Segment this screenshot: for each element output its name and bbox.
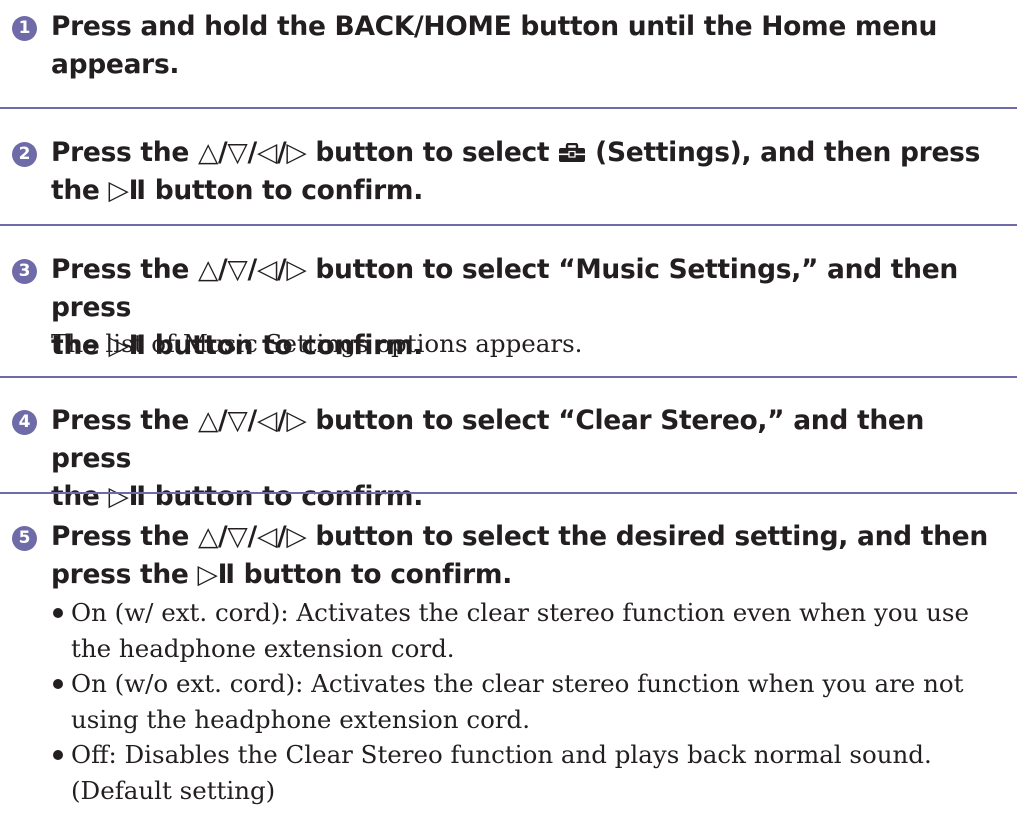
step-number-badge: 1 (12, 16, 37, 41)
step-number-badge: 3 (12, 259, 37, 284)
option-item: On (w/ ext. cord): Activates the clear s… (51, 595, 1005, 666)
option-text: the headphone extension cord. (71, 633, 455, 663)
step-number-badge: 2 (12, 142, 37, 167)
divider (0, 492, 1017, 494)
option-text: On (w/ ext. cord): Activates the clear s… (71, 598, 969, 627)
instruction-line: Press and hold the BACK/HOME button unti… (51, 11, 938, 42)
bullet-icon (53, 679, 63, 689)
divider (0, 224, 1017, 226)
instruction-line: Press the △/▽/◁/▷ button to select “Clea… (51, 405, 925, 474)
option-text: using the headphone extension cord. (71, 704, 531, 734)
option-text: (Default setting) (71, 775, 276, 805)
option-item: Off: Disables the Clear Stereo function … (51, 737, 1005, 808)
instruction-line: press the ▷Ⅱ button to confirm. (51, 559, 512, 590)
bullet-icon (53, 750, 63, 760)
bullet-icon (53, 608, 63, 618)
manual-page: 1 Press and hold the BACK/HOME button un… (0, 0, 1023, 818)
instruction-line: the ▷Ⅱ button to confirm. (51, 481, 424, 512)
option-text: Off: Disables the Clear Stereo function … (71, 740, 932, 769)
divider (0, 376, 1017, 378)
instruction-line-end: (Settings), and then press (595, 137, 981, 168)
instruction-line: Press the △/▽/◁/▷ button to select the d… (51, 521, 988, 552)
step-number-badge: 4 (12, 410, 37, 435)
instruction-line: appears. (51, 49, 180, 80)
step-instruction: Press the △/▽/◁/▷ button to select (Sett… (51, 134, 999, 210)
step-instruction: Press the △/▽/◁/▷ button to select “Clea… (51, 402, 999, 516)
instruction-line: the ▷Ⅱ button to confirm. (51, 175, 424, 206)
instruction-line: Press the △/▽/◁/▷ button to select “Musi… (51, 254, 958, 323)
instruction-line-start: Press the △/▽/◁/▷ button to select (51, 137, 550, 168)
step-description: The list of Music Settings options appea… (51, 329, 583, 358)
toolbox-icon (559, 143, 586, 162)
step-instruction: Press the △/▽/◁/▷ button to select the d… (51, 518, 999, 594)
option-item: On (w/o ext. cord): Activates the clear … (51, 666, 1005, 737)
option-text: On (w/o ext. cord): Activates the clear … (71, 669, 964, 698)
option-list: On (w/ ext. cord): Activates the clear s… (51, 595, 1005, 808)
divider (0, 107, 1017, 109)
step-instruction: Press and hold the BACK/HOME button unti… (51, 8, 999, 84)
step-number-badge: 5 (12, 526, 37, 551)
